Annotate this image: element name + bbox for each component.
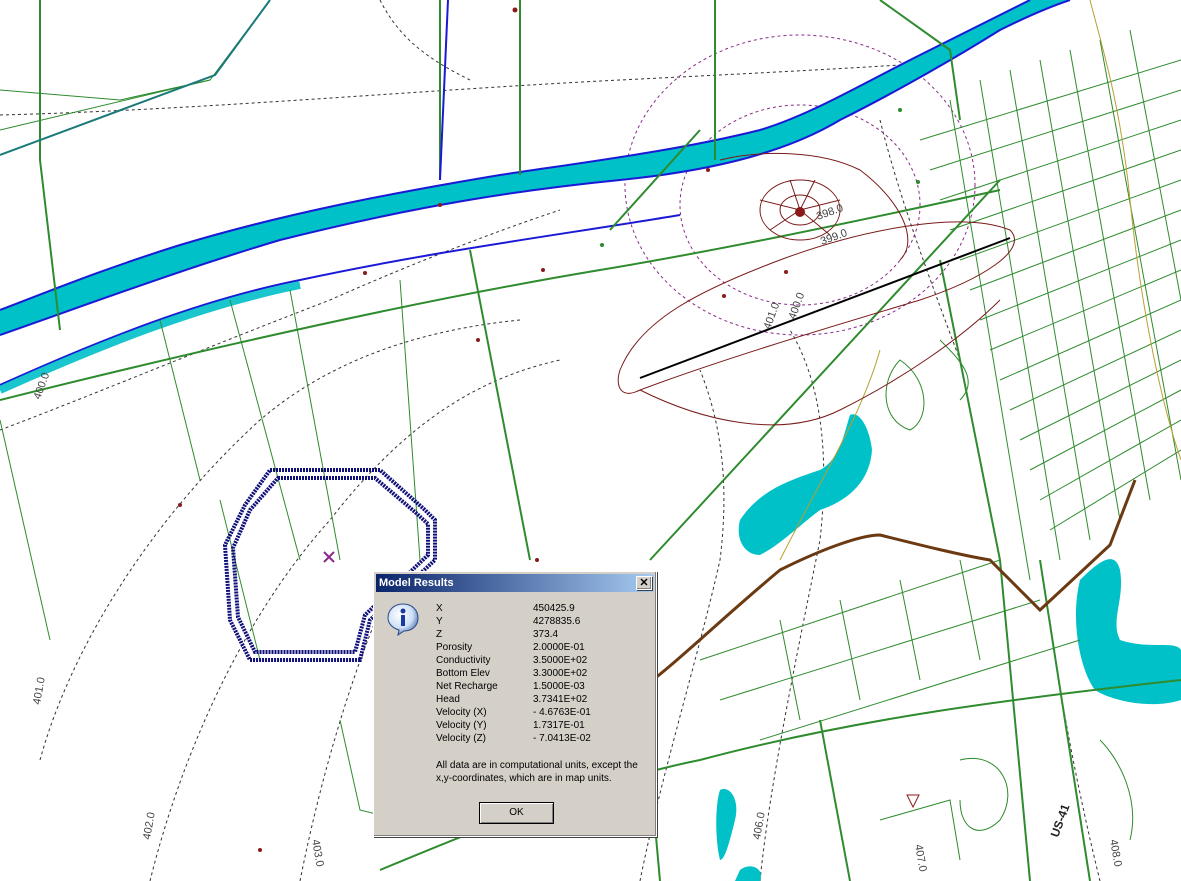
result-value: - 7.0413E-02 — [533, 733, 591, 744]
result-value: 1.5000E-03 — [533, 681, 585, 692]
result-row: Net Recharge 1.5000E-03 — [436, 680, 636, 693]
contour-label: 407.0 — [912, 843, 929, 872]
result-value: 2.0000E-01 — [533, 642, 585, 653]
result-value: 4278835.6 — [533, 616, 581, 627]
info-icon — [387, 603, 419, 636]
city-grid — [699, 29, 1181, 861]
highways — [0, 0, 1181, 561]
contour-label: 408.0 — [1107, 838, 1124, 867]
result-value: 3.7341E+02 — [533, 694, 588, 705]
result-label: Y — [436, 616, 443, 627]
result-label: Head — [436, 694, 460, 705]
road-label-us41: US-41 — [1048, 802, 1073, 839]
result-value: 3.3000E+02 — [533, 668, 588, 679]
result-label: Conductivity — [436, 655, 491, 666]
close-button[interactable]: ✕ — [636, 576, 652, 590]
result-label: X — [436, 603, 443, 614]
result-row: Velocity (Z) - 7.0413E-02 — [436, 732, 636, 745]
well-contours — [617, 152, 1015, 426]
result-row: Z 373.4 — [436, 628, 636, 641]
result-value: 450425.9 — [533, 603, 575, 614]
result-value: 373.4 — [533, 629, 559, 640]
well-line — [639, 237, 1011, 379]
ok-button[interactable]: OK — [479, 802, 554, 824]
close-icon: ✕ — [639, 577, 649, 589]
capture-zone-circles — [624, 34, 976, 336]
dialog-titlebar[interactable]: Model Results ✕ — [376, 574, 654, 592]
result-row: Conductivity 3.5000E+02 — [436, 654, 636, 667]
ring-marker — [323, 551, 335, 563]
result-label: Z — [436, 629, 443, 640]
minor-roads — [0, 0, 421, 821]
result-label: Velocity (Z) — [436, 733, 487, 744]
result-row: Porosity 2.0000E-01 — [436, 641, 636, 654]
contour-label: 403.0 — [309, 838, 326, 867]
contour-label: 406.0 — [751, 811, 768, 840]
contour-label: 401.0 — [762, 301, 783, 331]
railroad — [639, 479, 1137, 692]
result-row: Bottom Elev 3.3000E+02 — [436, 667, 636, 680]
units-note: All data are in computational units, exc… — [436, 760, 638, 784]
contour-label: 399.0 — [819, 227, 849, 248]
river — [0, 0, 1071, 394]
result-label: Porosity — [436, 642, 473, 653]
result-value: 1.7317E-01 — [533, 720, 585, 731]
results-table: X 450425.9 Y 4278835.6 Z 373.4 Porosity 2.0… — [436, 602, 636, 745]
triangle-marker — [906, 794, 920, 809]
result-label: Velocity (X) — [436, 707, 487, 718]
result-row: Y 4278835.6 — [436, 615, 636, 628]
dialog-title: Model Results — [379, 577, 454, 589]
result-row: Head 3.7341E+02 — [436, 693, 636, 706]
result-label: Velocity (Y) — [436, 720, 487, 731]
contour-label: 401.0 — [31, 676, 48, 705]
result-row: X 450425.9 — [436, 602, 636, 615]
contour-label: 402.0 — [141, 811, 158, 840]
result-label: Bottom Elev — [436, 668, 490, 679]
result-value: - 4.6763E-01 — [533, 707, 591, 718]
model-results-dialog: Model Results ✕ X 450425.9 Y 4278835.6 Z 37… — [373, 571, 657, 837]
result-value: 3.5000E+02 — [533, 655, 588, 666]
result-row: Velocity (Y) 1.7317E-01 — [436, 719, 636, 732]
result-row: Velocity (X) - 4.6763E-01 — [436, 706, 636, 719]
result-label: Net Recharge — [436, 681, 498, 692]
